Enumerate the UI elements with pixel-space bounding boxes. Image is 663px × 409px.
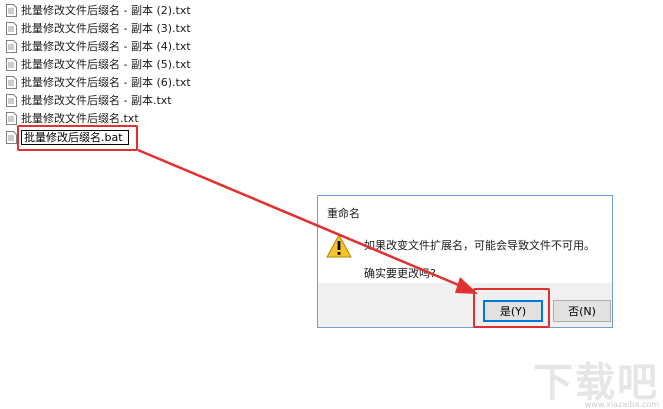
watermark-logo: 下载吧	[533, 360, 659, 406]
watermark-url: www.xiazaiba.com	[584, 400, 659, 409]
annotation-arrow	[137, 148, 478, 294]
